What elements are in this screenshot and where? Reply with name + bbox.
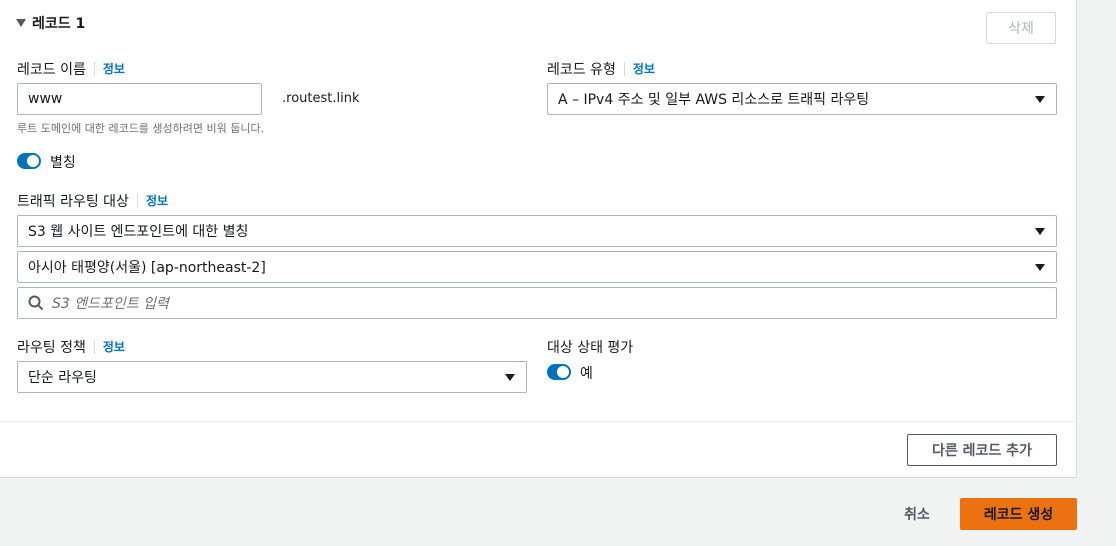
target-info-link[interactable]: 정보 [136, 194, 168, 208]
dropdown-caret-icon [1035, 96, 1045, 103]
record-name-hint: 루트 도메인에 대한 레코드를 생성하려면 비워 둡니다. [17, 122, 265, 135]
endpoint-type-value: S3 웹 사이트 엔드포인트에 대한 별칭 [28, 224, 249, 240]
health-label: 대상 상태 평가 [547, 340, 634, 356]
dropdown-caret-icon [1035, 228, 1045, 235]
delete-button[interactable]: 삭제 [986, 12, 1056, 44]
endpoint-search-input[interactable]: S3 엔드포인트 입력 [17, 287, 1057, 319]
add-record-button[interactable]: 다른 레코드 추가 [907, 434, 1057, 466]
section-title: 레코드 1 [32, 16, 86, 32]
policy-label-row: 라우팅 정책 정보 [17, 337, 125, 357]
dropdown-caret-icon [505, 374, 515, 381]
policy-info-link[interactable]: 정보 [93, 340, 125, 354]
alias-toggle[interactable] [17, 153, 41, 169]
policy-label: 라우팅 정책 [17, 340, 86, 356]
dropdown-caret-icon [1035, 264, 1045, 271]
record-name-label: 레코드 이름 [17, 62, 86, 78]
search-icon [28, 295, 44, 311]
region-select[interactable]: 아시아 태평양(서울) [ap-northeast-2] [17, 251, 1057, 283]
endpoint-placeholder: S3 엔드포인트 입력 [52, 296, 169, 312]
health-value: 예 [580, 366, 593, 382]
record-name-value: www [28, 91, 63, 107]
domain-suffix: .routest.link [282, 91, 360, 106]
record-name-label-row: 레코드 이름 정보 [17, 59, 125, 79]
endpoint-type-select[interactable]: S3 웹 사이트 엔드포인트에 대한 별칭 [17, 215, 1057, 247]
record-name-info-link[interactable]: 정보 [93, 62, 125, 76]
target-label-row: 트래픽 라우팅 대상 정보 [17, 191, 168, 211]
record-type-label: 레코드 유형 [547, 62, 616, 78]
alias-label: 별칭 [50, 155, 76, 171]
record-name-input[interactable]: www [17, 83, 262, 115]
health-toggle[interactable] [547, 364, 571, 380]
region-value: 아시아 태평양(서울) [ap-northeast-2] [28, 260, 266, 276]
record-type-value: A – IPv4 주소 및 일부 AWS 리소스로 트래픽 라우팅 [558, 92, 870, 108]
divider [0, 421, 1077, 422]
record-section-header[interactable]: 레코드 1 [16, 13, 85, 33]
create-record-button[interactable]: 레코드 생성 [960, 498, 1077, 530]
target-label: 트래픽 라우팅 대상 [17, 194, 129, 210]
record-type-label-row: 레코드 유형 정보 [547, 59, 655, 79]
cancel-button[interactable]: 취소 [890, 498, 944, 530]
record-panel: 레코드 1 삭제 레코드 이름 정보 www .routest.link 루트 … [0, 0, 1077, 478]
routing-policy-select[interactable]: 단순 라우팅 [17, 361, 527, 393]
record-type-select[interactable]: A – IPv4 주소 및 일부 AWS 리소스로 트래픽 라우팅 [547, 83, 1057, 115]
routing-policy-value: 단순 라우팅 [28, 370, 97, 386]
record-type-info-link[interactable]: 정보 [623, 62, 655, 76]
collapse-triangle-icon[interactable] [16, 19, 26, 27]
